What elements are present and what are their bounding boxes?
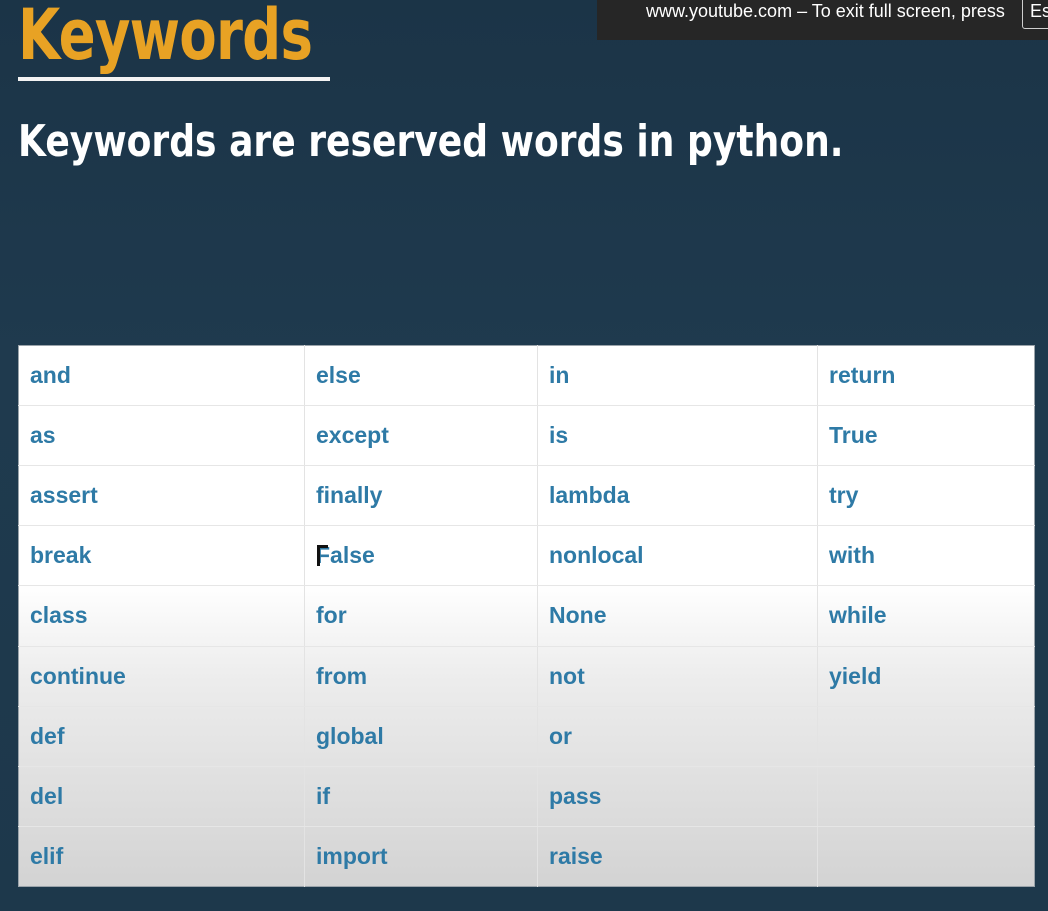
keyword-cell: nonlocal bbox=[537, 525, 818, 587]
keyword-cell: else bbox=[304, 345, 538, 407]
keyword-cell: with bbox=[817, 525, 1035, 587]
keyword-cell: pass bbox=[537, 766, 818, 827]
keyword-cell: for bbox=[304, 585, 538, 647]
keyword-cell: elif bbox=[18, 826, 305, 887]
keyword-cell: class bbox=[18, 585, 305, 647]
keyword-cell: return bbox=[817, 345, 1035, 407]
keyword-cell: from bbox=[304, 646, 538, 707]
keyword-cell: True bbox=[817, 405, 1035, 467]
keyword-cell bbox=[818, 826, 1035, 886]
keyword-cell bbox=[817, 766, 1035, 827]
keyword-cell bbox=[817, 706, 1035, 767]
slide-title: Keywords bbox=[18, 0, 313, 76]
keyword-cell: while bbox=[817, 585, 1035, 647]
keyword-cell: False bbox=[304, 525, 538, 587]
keyword-cell: is bbox=[537, 405, 818, 467]
fullscreen-exit-notice: www.youtube.com – To exit full screen, p… bbox=[597, 0, 1048, 40]
table-row: elif import raise bbox=[18, 826, 1035, 887]
title-underline bbox=[18, 77, 330, 81]
keyword-cell: in bbox=[537, 345, 818, 407]
table-row: as except is True bbox=[18, 405, 1035, 467]
keyword-cell: raise bbox=[537, 826, 818, 887]
keyword-cell: try bbox=[817, 465, 1035, 527]
keyword-cell: break bbox=[18, 525, 305, 587]
keyword-cell: except bbox=[304, 405, 538, 467]
keyword-cell: finally bbox=[304, 465, 538, 527]
fullscreen-notice-text: www.youtube.com – To exit full screen, p… bbox=[646, 1, 1005, 21]
table-row: del if pass bbox=[18, 766, 1035, 827]
keyword-cell: None bbox=[537, 585, 818, 647]
keyword-cell: or bbox=[537, 706, 818, 767]
keyword-cell: and bbox=[18, 345, 305, 407]
keyword-cell: lambda bbox=[537, 465, 818, 527]
table-row: class for None while bbox=[18, 585, 1035, 647]
keyword-cell: not bbox=[537, 646, 818, 707]
keyword-cell: assert bbox=[18, 465, 305, 527]
keyword-cell: as bbox=[18, 405, 305, 467]
keyword-cell: import bbox=[304, 826, 538, 887]
keyword-cell: yield bbox=[817, 646, 1035, 707]
keywords-table: and else in return as except is True ass… bbox=[18, 345, 1035, 887]
escape-key-hint: Es bbox=[1022, 0, 1048, 29]
table-row: def global or bbox=[18, 706, 1035, 767]
table-row: break False nonlocal with bbox=[18, 525, 1035, 587]
slide-subtitle: Keywords are reserved words in python. bbox=[18, 116, 844, 167]
keyword-cell: def bbox=[18, 706, 305, 767]
keyword-cell: continue bbox=[18, 646, 305, 707]
table-row: and else in return bbox=[18, 345, 1035, 407]
keyword-cell: del bbox=[18, 766, 305, 827]
table-row: continue from not yield bbox=[18, 646, 1035, 707]
keyword-cell: if bbox=[304, 766, 538, 827]
keyword-cell: global bbox=[304, 706, 538, 767]
table-row: assert finally lambda try bbox=[18, 465, 1035, 527]
